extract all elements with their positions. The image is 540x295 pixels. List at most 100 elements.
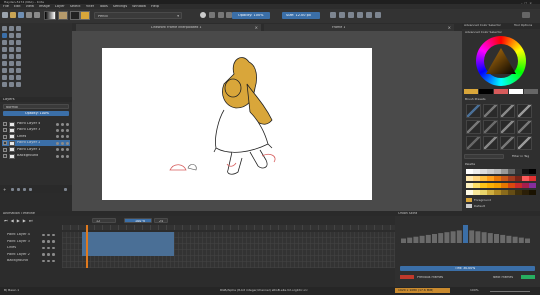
size-slider[interactable]: Size: 12.00 px: [282, 12, 320, 19]
layer-visibility-icon[interactable]: [3, 141, 7, 146]
visibility-icon[interactable]: [47, 240, 50, 243]
brush-preset-tile[interactable]: [466, 104, 481, 118]
bezier-icon[interactable]: [9, 82, 14, 87]
layer-row[interactable]: Lines: [2, 134, 70, 140]
onion-opacity-bar[interactable]: [469, 230, 475, 243]
onion-skin-toggle-icon[interactable]: [42, 233, 45, 237]
onion-opacity-bar[interactable]: [518, 237, 524, 243]
layer-properties-icon[interactable]: [29, 187, 32, 191]
zoom-slider[interactable]: [490, 290, 530, 292]
path-icon[interactable]: [16, 40, 21, 45]
measure-icon[interactable]: [2, 61, 7, 66]
next-frames-color[interactable]: [521, 275, 535, 279]
palette-swatch[interactable]: [473, 176, 480, 181]
canvas-page[interactable]: [102, 48, 372, 200]
tint-slider[interactable]: Tint: 30.00%: [400, 266, 535, 271]
similar-icon[interactable]: [2, 82, 7, 87]
frame-field[interactable]: 12: [92, 218, 116, 223]
fill-icon[interactable]: [9, 47, 14, 52]
brush-preset-tile[interactable]: [483, 104, 498, 118]
rotate-icon[interactable]: [366, 12, 372, 18]
tag-dropdown[interactable]: [464, 154, 504, 159]
magic-wand-icon[interactable]: [16, 75, 21, 80]
palette-swatch[interactable]: [522, 183, 529, 188]
brush-preset-tile[interactable]: [500, 104, 515, 118]
recent-color-swatch[interactable]: [509, 89, 523, 94]
lock-icon[interactable]: [61, 148, 64, 152]
palette-swatch[interactable]: [501, 190, 508, 195]
layer-visibility-icon[interactable]: [3, 128, 7, 133]
onion-opacity-bar[interactable]: [475, 231, 481, 243]
inherit-alpha-icon[interactable]: [56, 154, 59, 158]
layer-visibility-icon[interactable]: [3, 122, 7, 126]
ref-icon[interactable]: [9, 61, 14, 66]
menu-item-tools[interactable]: Tools: [99, 5, 108, 9]
layer-row[interactable]: Background: [2, 153, 70, 159]
timeline-layer-row[interactable]: Paint Layer 4: [2, 232, 62, 238]
opacity-slider[interactable]: Opacity: 100%: [232, 12, 270, 19]
lock-icon[interactable]: [52, 259, 55, 263]
ellipse-select-icon[interactable]: [16, 68, 21, 73]
menu-item-settings[interactable]: Settings: [113, 5, 127, 9]
frame-grid[interactable]: [62, 225, 395, 268]
layer-opacity-slider[interactable]: Opacity: 100%: [3, 111, 69, 116]
timeline-layer-row[interactable]: Paint Layer 2: [2, 252, 62, 258]
brush-preset-tile[interactable]: [483, 136, 498, 150]
lock-icon[interactable]: [52, 246, 55, 250]
layer-row[interactable]: Paint Layer 4: [2, 121, 70, 127]
pattern-selector[interactable]: [58, 11, 68, 20]
prev-frame-icon[interactable]: ◀: [11, 218, 14, 223]
menu-item-edit[interactable]: Edit: [14, 5, 21, 9]
onion-opacity-bar[interactable]: [444, 232, 450, 243]
visibility-icon[interactable]: [47, 233, 50, 237]
text-icon[interactable]: [2, 47, 7, 52]
eraser-icon[interactable]: [200, 12, 206, 18]
filter-in-tag-label[interactable]: Filter in Tag: [512, 155, 529, 158]
color-wheel[interactable]: [476, 36, 526, 86]
palette-swatch[interactable]: [508, 169, 515, 174]
crop-icon[interactable]: [9, 54, 14, 59]
palette-swatch[interactable]: [529, 176, 536, 181]
pan-icon[interactable]: [2, 68, 7, 73]
lock-icon[interactable]: [61, 122, 64, 126]
move-down-icon[interactable]: [23, 187, 26, 191]
onion-opacity-bar[interactable]: [407, 237, 413, 243]
lock-icon[interactable]: [61, 141, 64, 145]
gradient-icon[interactable]: [16, 47, 21, 52]
palette-swatch[interactable]: [473, 169, 480, 174]
alpha-lock-icon[interactable]: [66, 135, 69, 139]
palette-swatch[interactable]: [480, 183, 487, 188]
alpha-lock-icon[interactable]: [66, 148, 69, 152]
doc-tab-2[interactable]: Frame 1 ×: [264, 24, 454, 31]
alpha-lock-icon[interactable]: [66, 141, 69, 145]
visibility-icon[interactable]: [47, 253, 50, 256]
workspace-chooser-icon[interactable]: [522, 12, 530, 18]
palette-swatch[interactable]: [515, 190, 522, 195]
menu-item-filter[interactable]: Filter: [86, 5, 95, 9]
blend-mode-dropdown[interactable]: Pencil ▾: [94, 12, 182, 19]
onion-opacity-bar[interactable]: [438, 233, 444, 243]
inherit-alpha-icon[interactable]: [56, 128, 59, 132]
brush-preview[interactable]: [70, 11, 80, 20]
prev-frames-color[interactable]: [400, 275, 414, 279]
line-icon[interactable]: [9, 33, 14, 38]
lasso-icon[interactable]: [9, 75, 14, 80]
palette-swatch[interactable]: [487, 169, 494, 174]
select-icon[interactable]: [2, 26, 7, 31]
brush-preset-tile[interactable]: [500, 136, 515, 150]
zoom-icon[interactable]: [16, 61, 21, 66]
move-icon[interactable]: [16, 26, 21, 31]
palette-swatch[interactable]: [473, 183, 480, 188]
fps-field[interactable]: 24: [154, 218, 168, 223]
color-triangle[interactable]: [486, 48, 516, 74]
lock-icon[interactable]: [61, 135, 64, 139]
undo-icon[interactable]: [26, 12, 32, 18]
brush-preset-tile[interactable]: [517, 120, 532, 134]
timeline-ruler[interactable]: [62, 225, 395, 230]
onion-opacity-bar[interactable]: [494, 234, 499, 243]
layer-visibility-icon[interactable]: [3, 154, 7, 158]
next-frame-icon[interactable]: ▶: [23, 218, 26, 223]
open-file-icon[interactable]: [10, 12, 16, 18]
layer-visibility-icon[interactable]: [3, 147, 7, 152]
brush-preset-tile[interactable]: [517, 136, 532, 150]
